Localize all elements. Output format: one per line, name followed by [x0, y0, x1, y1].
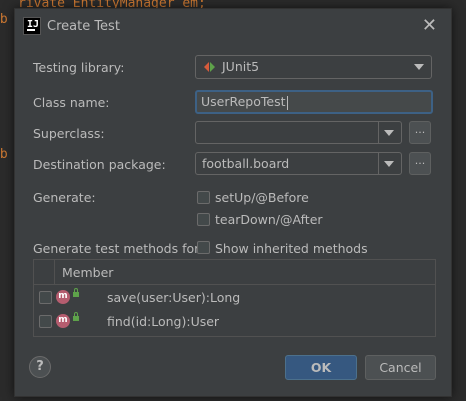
dialog-titlebar: IJ Create Test ✕: [15, 9, 451, 45]
setup-label: setUp/@Before: [215, 190, 309, 205]
ok-button[interactable]: OK: [285, 355, 357, 380]
destination-package-label: Destination package:: [33, 157, 166, 172]
destination-package-combo[interactable]: football.board: [195, 152, 402, 175]
destination-package-value: football.board: [202, 156, 290, 171]
member-column-header[interactable]: Member: [62, 265, 113, 280]
testing-library-value: JUnit5: [222, 59, 260, 74]
table-header: Member: [34, 260, 435, 285]
help-button[interactable]: ?: [29, 356, 51, 378]
superclass-browse-button[interactable]: ...: [409, 121, 431, 144]
editor-code-line: ub: [0, 12, 8, 27]
cancel-button[interactable]: Cancel: [365, 355, 436, 380]
chevron-down-icon[interactable]: [384, 161, 394, 167]
destination-browse-button[interactable]: ...: [409, 152, 431, 175]
editor-code-line: ub: [0, 147, 8, 162]
dialog-title: Create Test: [47, 19, 120, 34]
class-name-label: Class name:: [33, 95, 110, 110]
class-name-value: UserRepoTest: [201, 94, 286, 109]
teardown-label: tearDown/@After: [215, 212, 323, 227]
row-checkbox[interactable]: [39, 291, 52, 304]
table-header-select-column: [34, 260, 55, 284]
show-inherited-label: Show inherited methods: [215, 241, 368, 256]
method-icon: m: [56, 314, 70, 328]
table-row[interactable]: m save(user:User):Long: [34, 286, 435, 310]
public-lock-icon: [73, 288, 79, 297]
create-test-dialog: IJ Create Test ✕ Testing library: JUnit5…: [14, 8, 452, 397]
class-name-field[interactable]: UserRepoTest: [195, 90, 433, 114]
intellij-logo-icon: IJ: [23, 17, 41, 35]
setup-checkbox[interactable]: [197, 191, 210, 204]
superclass-combo[interactable]: [195, 121, 402, 144]
close-icon[interactable]: ✕: [422, 15, 437, 36]
superclass-label: Superclass:: [33, 126, 105, 141]
table-row[interactable]: m find(id:Long):User: [34, 310, 435, 334]
members-table: Member m save(user:User):Long m find(id:…: [33, 259, 436, 337]
method-icon: m: [56, 290, 70, 304]
chevron-down-icon: [414, 64, 424, 70]
testing-library-label: Testing library:: [33, 60, 125, 75]
generate-label: Generate:: [33, 190, 96, 205]
row-checkbox[interactable]: [39, 315, 52, 328]
method-signature: find(id:Long):User: [107, 314, 220, 329]
method-signature: save(user:User):Long: [107, 290, 241, 305]
show-inherited-checkbox[interactable]: [197, 241, 210, 254]
public-lock-icon: [73, 312, 79, 321]
chevron-down-icon[interactable]: [384, 130, 394, 136]
teardown-checkbox[interactable]: [197, 213, 210, 226]
testing-library-select[interactable]: JUnit5: [195, 55, 432, 79]
generate-methods-label: Generate test methods for:: [33, 241, 204, 256]
junit-icon: [204, 61, 216, 73]
